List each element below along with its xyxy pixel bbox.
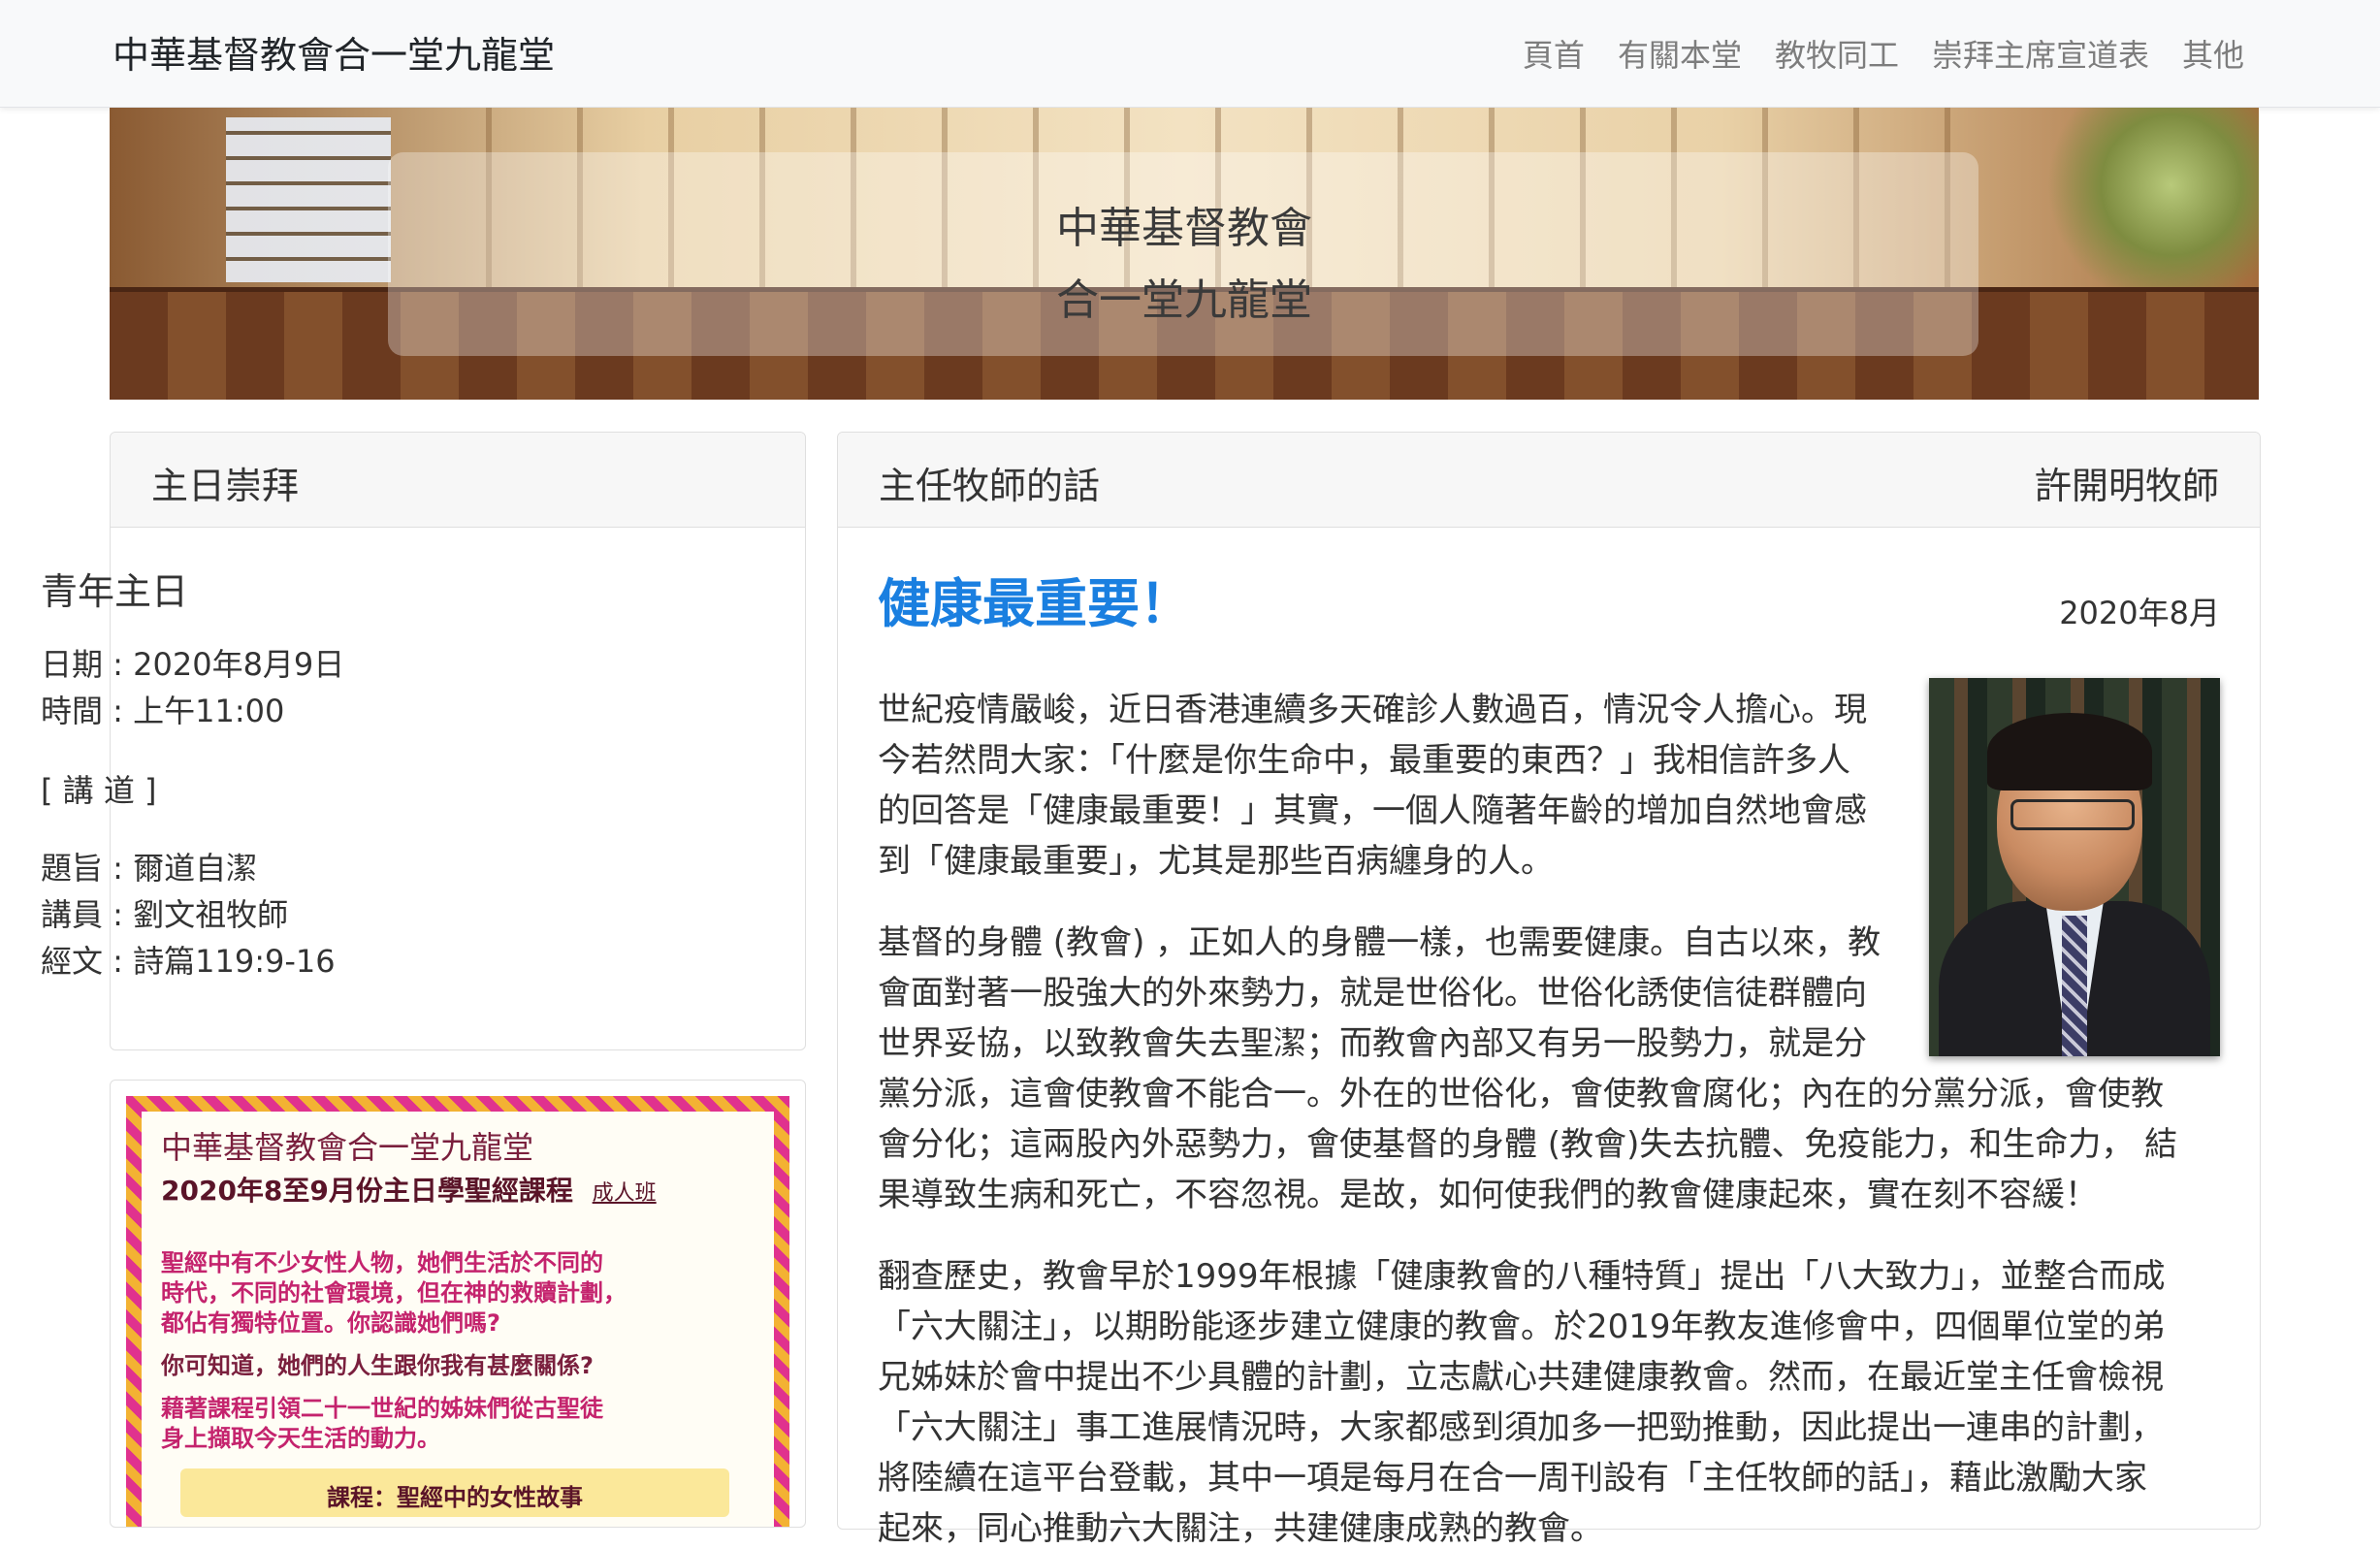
pastor-name: 許開明牧師 (2034, 465, 2219, 507)
poster-text-3: 都佔有獨特位置。你認識她們嗎? (161, 1309, 500, 1337)
nav-item-pastoral-staff[interactable]: 教牧同工 (1775, 31, 1899, 76)
card-title: 主任牧師的話 (879, 465, 1101, 507)
sermon-scripture: 經文 : 詩篇119:9-16 (41, 943, 336, 980)
article-line: 黨分派，這會使教會不能合一。外在的世俗化，會使教會腐化；內在的分黨分派，會使教 (878, 1075, 2164, 1113)
article-line: 的回答是「健康最重要！」其實，一個人隨著年齡的增加自然地會感 (878, 791, 1867, 830)
bible-course-poster[interactable]: 中華基督教會合一堂九龍堂 2020年8至9月份主日學聖經課程 成人班 聖經中有不… (110, 1080, 806, 1528)
article-title: 健康最重要！ (878, 573, 1192, 634)
poster-course-label: 課程：聖經中的女性故事 (327, 1484, 583, 1511)
sermon-tag: [ 講 道 ] (41, 772, 157, 809)
article-line: 基督的身體 (教會) ，正如人的身體一樣，也需要健康。自古以來，教 (878, 923, 1881, 962)
poster-title: 中華基督教會合一堂九龍堂 (161, 1129, 534, 1166)
hero-banner: 中華基督教會 合一堂九龍堂 (110, 108, 2259, 400)
poster-text-2: 時代，不同的社會環境，但在神的救贖計劃， (161, 1279, 627, 1307)
poster-subtitle: 2020年8至9月份主日學聖經課程 成人班 (161, 1170, 657, 1209)
nav-item-worship-schedule[interactable]: 崇拜主席宣道表 (1932, 31, 2149, 76)
sermon-topic: 題旨 : 爾道自潔 (41, 850, 258, 887)
poster-text-4: 你可知道，她們的人生跟你我有甚麼關係? (161, 1352, 594, 1379)
poster-subtitle-text: 2020年8至9月份主日學聖經課程 (161, 1175, 573, 1207)
nav-item-home[interactable]: 頁首 (1523, 31, 1585, 76)
poster-class-tag: 成人班 (592, 1181, 657, 1206)
article-line: 「六大關注」，以期盼能逐步建立健康的教會。於2019年教友進修會中，四個單位堂的… (878, 1307, 2166, 1346)
service-date: 日期 : 2020年8月9日 (41, 646, 345, 683)
card-title: 主日崇拜 (151, 465, 300, 507)
top-navbar: 中華基督教會合一堂九龍堂 頁首 有關本堂 教牧同工 崇拜主席宣道表 其他 (0, 0, 2380, 108)
hero-title-line1: 中華基督教會 (1056, 204, 1312, 253)
nav-item-other[interactable]: 其他 (2182, 31, 2244, 76)
article-line: 翻查歷史，教會早於1999年根據「健康教會的八種特質」提出「八大致力」，並整合而… (878, 1257, 2166, 1296)
nav-menu: 頁首 有關本堂 教牧同工 崇拜主席宣道表 其他 (1490, 31, 2244, 76)
pastor-portrait (1929, 678, 2220, 1056)
poster-text-1: 聖經中有不少女性人物，她們生活於不同的 (161, 1249, 603, 1276)
card-header: 主任牧師的話 許開明牧師 (838, 433, 2260, 528)
article-line: 今若然問大家：「什麼是你生命中，最重要的東西？」我相信許多人 (878, 741, 1850, 780)
service-time: 時間 : 上午11:00 (41, 693, 285, 729)
article-line: 世紀疫情嚴峻，近日香港連續多天確診人數過百，情況令人擔心。現 (878, 691, 1867, 729)
article-line: 會面對著一股強大的外來勢力，就是世俗化。世俗化誘使信徒群體向 (878, 974, 1867, 1013)
article-line: 起來，同心推動六大關注，共建健康成熟的教會。 (878, 1509, 1603, 1548)
article-line: 將陸續在這平台登載，其中一項是每月在合一周刊設有「主任牧師的話」，藉此激勵大家 (878, 1459, 2147, 1498)
article-line: 果導致生病和死亡，不容忽視。是故，如何使我們的教會健康起來，實在刻不容緩！ (878, 1176, 2098, 1214)
service-title: 青年主日 (41, 570, 189, 613)
portrait-hair (1987, 713, 2152, 791)
portrait-glasses (2010, 799, 2135, 830)
nav-item-about[interactable]: 有關本堂 (1618, 31, 1742, 76)
poster-course-banner: 課程：聖經中的女性故事 (180, 1468, 729, 1517)
poster-text-6: 身上擷取今天生活的動力。 (161, 1425, 440, 1452)
site-brand[interactable]: 中華基督教會合一堂九龍堂 (113, 25, 555, 79)
article-line: 「六大關注」事工進展情況時，大家都感到須加多一把勁推動，因此提出一連串的計劃， (878, 1408, 2164, 1447)
article-line: 會分化；這兩股內外惡勢力，會使基督的身體 (教會)失去抗體、免疫能力，和生命力，… (878, 1125, 2178, 1164)
article-line: 兄姊妹於會中提出不少具體的計劃，立志獻心共建健康教會。然而，在最近堂主任會檢視 (878, 1358, 2164, 1397)
portrait-tie (2062, 916, 2087, 1056)
article-line: 到「健康最重要」，尤其是那些百病纏身的人。 (878, 842, 1554, 881)
hero-title-line2: 合一堂九龍堂 (1056, 275, 1312, 325)
article-line: 世界妥協，以致教會失去聖潔；而教會內部又有另一股勢力，就是分 (878, 1024, 1867, 1063)
card-header: 主日崇拜 (111, 433, 805, 528)
poster-text-5: 藉著課程引領二十一世紀的姊妹們從古聖徒 (161, 1395, 603, 1422)
article-date: 2020年8月 (2059, 595, 2220, 631)
sermon-speaker: 講員 : 劉文祖牧師 (41, 896, 289, 933)
